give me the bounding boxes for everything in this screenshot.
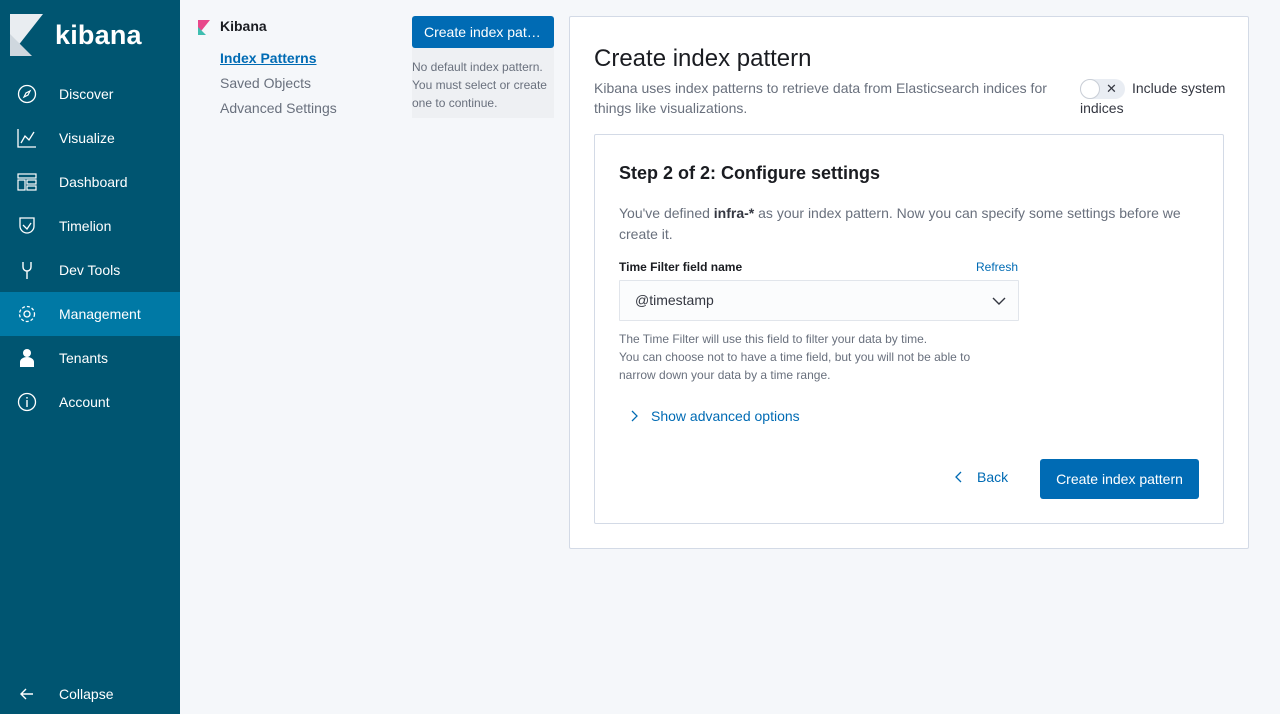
subnav-index-patterns[interactable]: Index Patterns [220,50,316,66]
nav-label: Visualize [59,130,115,146]
index-pattern-name: infra-* [713,205,755,221]
app-name: kibana [55,19,142,50]
info-icon [17,392,37,412]
include-system-indices-toggle[interactable]: ✕ [1080,79,1125,99]
create-index-pattern-submit-button[interactable]: Create index pattern [1040,459,1199,499]
show-advanced-options-button[interactable]: Show advanced options [629,408,800,424]
step-desc-prefix: You've defined [619,205,714,221]
time-filter-label: Time Filter field name [619,260,743,274]
subnav-advanced-settings[interactable]: Advanced Settings [220,100,337,116]
nav-visualize[interactable]: Visualize [0,116,180,160]
help-line-1: The Time Filter will use this field to f… [619,332,928,346]
toggle-knob [1080,79,1100,99]
subnav-title: Kibana [220,18,267,34]
page-description: Kibana uses index patterns to retrieve d… [594,80,1047,116]
step-title: Step 2 of 2: Configure settings [619,163,881,183]
no-default-note: No default index pattern. You must selec… [412,60,547,110]
user-icon [20,349,34,367]
chevron-left-icon [955,471,962,483]
chevron-down-icon [992,297,1006,305]
time-filter-select[interactable]: @timestamp [619,280,1019,321]
kibana-logo-icon [10,14,43,56]
compass-icon [17,84,37,104]
chart-icon [17,129,36,148]
back-label: Back [977,469,1009,485]
nav-label: Dev Tools [59,262,121,278]
main-panel: Create index pattern Kibana uses index p… [569,16,1249,549]
sidebar: kibana Discover Visualize Dashboard Time… [0,0,180,714]
dashboard-icon [17,173,37,191]
page-title: Create index pattern [594,45,812,72]
nav-label: Tenants [59,350,109,366]
nav-tenants[interactable]: Tenants [0,336,180,380]
time-filter-value: @timestamp [635,292,714,308]
nav-label: Management [59,306,141,322]
arrow-left-icon [20,688,33,700]
nav-timelion[interactable]: Timelion [0,204,180,248]
default-index-panel: Create index pattern No default index pa… [412,16,554,118]
cross-icon: ✕ [1106,81,1117,96]
nav-dashboard[interactable]: Dashboard [0,160,180,204]
nav-label: Dashboard [59,174,128,190]
collapse-button[interactable]: Collapse [0,672,180,714]
create-index-pattern-button[interactable]: Create index pattern [412,16,554,48]
nav-label: Discover [59,86,114,102]
back-button[interactable]: Back [953,469,1008,485]
advanced-options-label: Show advanced options [651,408,800,424]
refresh-link[interactable]: Refresh [976,260,1018,274]
nav-discover[interactable]: Discover [0,72,180,116]
nav-dev-tools[interactable]: Dev Tools [0,248,180,292]
step-description: You've defined infra-* as your index pat… [619,203,1199,245]
nav-label: Account [59,394,110,410]
chevron-right-icon [631,410,638,422]
kibana-logo[interactable]: kibana [10,14,142,56]
timelion-icon [19,217,35,234]
collapse-label: Collapse [59,686,114,702]
nav-account[interactable]: Account [0,380,180,424]
help-line-2: You can choose not to have a time field,… [619,350,971,382]
nav-label: Timelion [59,218,112,234]
step-panel: Step 2 of 2: Configure settings You've d… [594,134,1224,524]
nav-management[interactable]: Management [0,292,180,336]
time-filter-help: The Time Filter will use this field to f… [619,330,999,384]
wrench-icon [22,262,32,279]
gear-icon [18,305,36,323]
subnav-saved-objects[interactable]: Saved Objects [220,75,311,91]
kibana-mini-logo-icon [198,20,210,35]
